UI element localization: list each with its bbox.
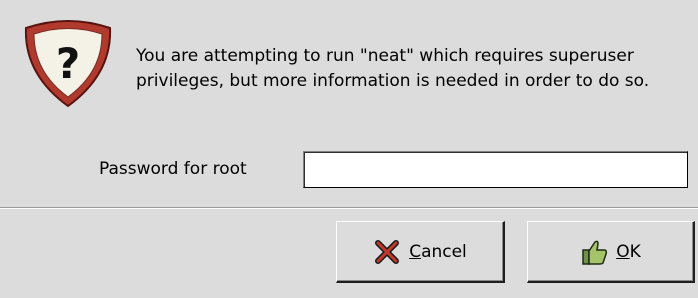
divider: [0, 207, 698, 209]
thumb-hand-icon: [582, 240, 608, 265]
message-line-1: You are attempting to run "neat" which r…: [136, 46, 634, 66]
dialog-message: You are attempting to run "neat" which r…: [136, 44, 691, 94]
password-label: Password for root: [99, 159, 247, 179]
cancel-label: Cancel: [409, 242, 467, 262]
question-shield-icon: ?: [24, 20, 112, 108]
message-line-2: privileges, but more information is need…: [136, 71, 650, 91]
ok-label-rest: K: [629, 241, 641, 262]
cancel-button[interactable]: Cancel: [336, 221, 505, 283]
cross-icon: [375, 239, 400, 264]
svg-text:?: ?: [56, 39, 80, 88]
superuser-password-dialog: ? You are attempting to run "neat" which…: [0, 0, 698, 298]
cancel-label-rest: ancel: [421, 241, 467, 262]
ok-mnemonic: O: [616, 241, 630, 262]
ok-button[interactable]: OK: [527, 221, 695, 283]
password-field[interactable]: [303, 151, 688, 188]
cancel-mnemonic: C: [409, 241, 422, 262]
ok-label: OK: [616, 242, 641, 262]
